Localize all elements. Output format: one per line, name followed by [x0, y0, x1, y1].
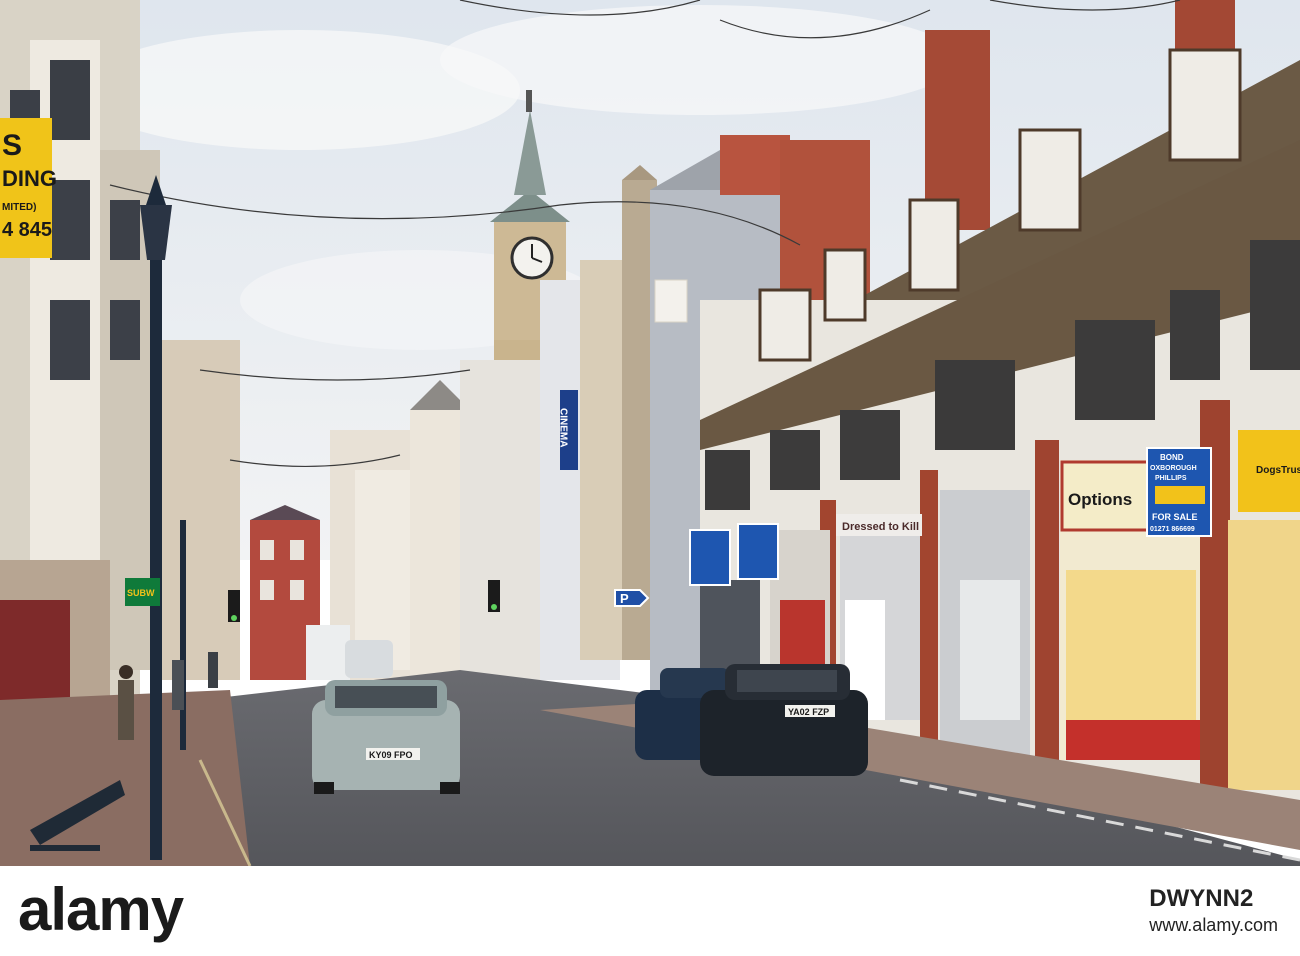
alamy-logo: alamy — [18, 874, 218, 946]
for-sale-text: FOR SALE — [1152, 512, 1198, 522]
shop-dressed-to-kill: Dressed to Kill — [842, 521, 919, 533]
left-sign-line2: DING — [2, 166, 57, 191]
stock-id: DWYNN2 www.alamy.com — [1149, 885, 1278, 936]
car-plate-front: KY09 FPO — [369, 750, 413, 760]
parking-sign: P — [614, 589, 650, 607]
cinema-sign-text: CINEMA — [558, 408, 569, 447]
agent-line2: OXBOROUGH — [1150, 465, 1197, 472]
subway-sign: SUBW — [127, 588, 155, 598]
agent-line1: BOND — [1160, 453, 1184, 462]
agent-line3: PHILLIPS — [1155, 475, 1187, 482]
left-sign-line1: S — [2, 129, 22, 162]
shop-dogs-trust: DogsTrust — [1256, 465, 1300, 476]
black-car: YA02 FZP — [700, 664, 868, 776]
parking-sign-text: P — [620, 591, 629, 606]
street-photo: S DING MITED) 4 845 CINEMA P Options Dre… — [0, 0, 1300, 866]
alamy-url: www.alamy.com — [1149, 915, 1278, 935]
left-sign-line3: MITED) — [2, 202, 36, 213]
image-id: DWYNN2 — [1149, 885, 1254, 912]
car-plate-parked: YA02 FZP — [788, 707, 829, 717]
alamy-brand: alamy — [18, 876, 184, 943]
shop-options: Options — [1068, 490, 1132, 509]
silver-car: KY09 FPO — [312, 680, 460, 794]
watermark-banner: alamy DWYNN2 www.alamy.com — [0, 866, 1300, 956]
left-sign-phone: 4 845 — [2, 219, 52, 241]
agent-phone: 01271 866699 — [1150, 526, 1195, 533]
left-yellow-sign: S DING MITED) 4 845 — [0, 118, 57, 258]
